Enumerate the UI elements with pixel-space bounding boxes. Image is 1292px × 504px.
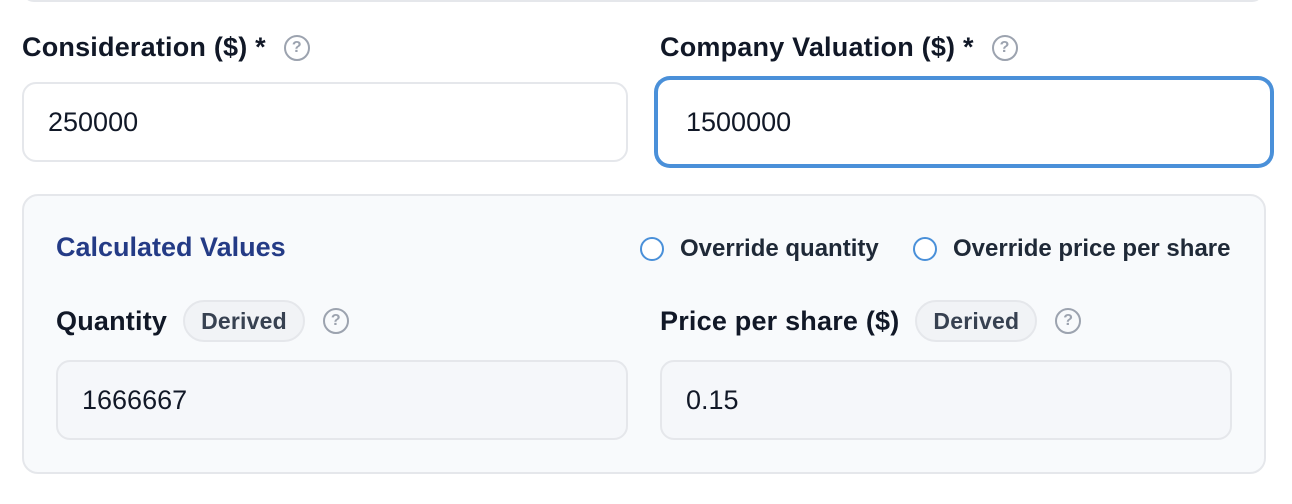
override-quantity-option[interactable]: Override quantity bbox=[640, 235, 879, 263]
valuation-help-icon[interactable]: ? bbox=[991, 34, 1018, 61]
previous-card-edge bbox=[22, 0, 1264, 2]
override-price-radio[interactable] bbox=[913, 237, 937, 261]
form-root: Consideration ($) * ? 250000 Company Val… bbox=[0, 0, 1292, 504]
override-quantity-radio[interactable] bbox=[640, 237, 664, 261]
quantity-derived-badge: Derived bbox=[183, 300, 305, 342]
price-input[interactable]: 0.15 bbox=[660, 360, 1232, 440]
valuation-value: 1500000 bbox=[686, 106, 792, 137]
price-label-row: Price per share ($) Derived ? bbox=[660, 300, 1082, 342]
quantity-label-row: Quantity Derived ? bbox=[56, 300, 349, 342]
price-derived-badge: Derived bbox=[915, 300, 1038, 342]
consideration-label: Consideration ($) * bbox=[22, 32, 266, 62]
override-quantity-label: Override quantity bbox=[680, 235, 879, 262]
quantity-help-icon[interactable]: ? bbox=[322, 308, 349, 334]
quantity-value: 1666667 bbox=[82, 384, 188, 415]
quantity-label: Quantity bbox=[56, 305, 168, 336]
consideration-label-row: Consideration ($) * ? bbox=[22, 32, 310, 63]
override-price-label: Override price per share bbox=[953, 235, 1231, 262]
consideration-help-icon[interactable]: ? bbox=[283, 34, 310, 61]
price-value: 0.15 bbox=[686, 384, 739, 415]
consideration-input[interactable]: 250000 bbox=[22, 82, 628, 162]
calculated-values-title: Calculated Values bbox=[56, 232, 286, 262]
valuation-input[interactable]: 1500000 bbox=[656, 78, 1272, 166]
price-label: Price per share ($) bbox=[660, 305, 900, 336]
valuation-label: Company Valuation ($) * bbox=[660, 32, 974, 62]
override-price-option[interactable]: Override price per share bbox=[913, 235, 1230, 263]
quantity-input[interactable]: 1666667 bbox=[56, 360, 628, 440]
price-help-icon[interactable]: ? bbox=[1055, 308, 1082, 334]
valuation-label-row: Company Valuation ($) * ? bbox=[660, 32, 1018, 63]
consideration-value: 250000 bbox=[48, 106, 139, 137]
